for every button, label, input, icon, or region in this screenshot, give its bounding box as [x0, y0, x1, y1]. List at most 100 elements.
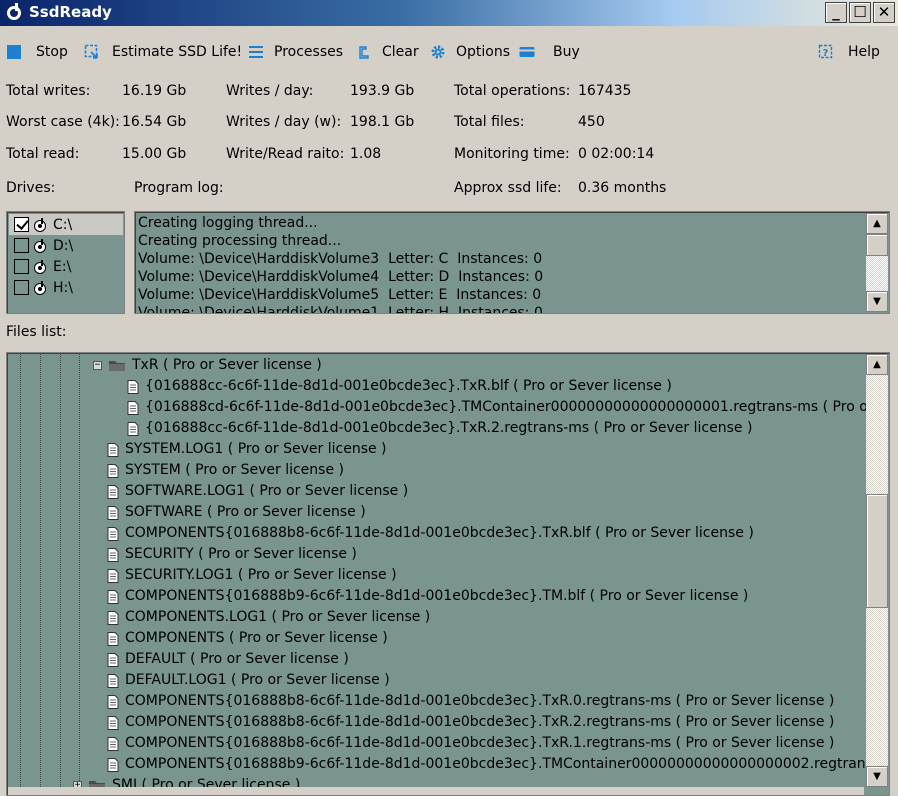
- tree-item-label: COMPONENTS{016888b8-6c6f-11de-8d1d-001e0…: [125, 525, 754, 541]
- estimate-icon: [84, 44, 98, 59]
- stop-label: Stop: [36, 44, 68, 60]
- list-icon: [249, 46, 263, 58]
- file-icon: [107, 568, 119, 583]
- tree-file-row[interactable]: SOFTWARE ( Pro or Sever license ): [107, 502, 366, 523]
- log-line: Creating logging thread...: [138, 215, 318, 231]
- scroll-down-button[interactable]: ▼: [866, 766, 888, 787]
- scroll-up-button[interactable]: ▲: [866, 213, 888, 234]
- tree-file-row[interactable]: {016888cc-6c6f-11de-8d1d-001e0bcde3ec}.T…: [127, 418, 752, 439]
- files-scrollbar[interactable]: ▲ ▼: [866, 354, 888, 787]
- writes-day-label: Writes / day:: [226, 83, 314, 99]
- log-scrollbar[interactable]: ▲ ▼: [866, 213, 888, 312]
- scroll-down-button[interactable]: ▼: [866, 291, 888, 312]
- toolbar: Stop Estimate SSD Life! Processes Clear …: [0, 34, 898, 70]
- file-icon: [127, 421, 139, 436]
- tree-file-row[interactable]: COMPONENTS ( Pro or Sever license ): [107, 628, 388, 649]
- drive-checkbox-c[interactable]: [14, 217, 29, 232]
- stop-icon: [7, 45, 21, 59]
- tree-file-row[interactable]: SYSTEM ( Pro or Sever license ): [107, 460, 344, 481]
- log-line: Creating processing thread...: [138, 233, 342, 249]
- log-line: Volume: \Device\HarddiskVolume5 Letter: …: [138, 287, 542, 303]
- total-writes-label: Total writes:: [6, 83, 91, 99]
- tree-folder-row[interactable]: − TxR ( Pro or Sever license ): [93, 355, 322, 376]
- tree-file-row[interactable]: COMPONENTS{016888b8-6c6f-11de-8d1d-001e0…: [107, 691, 834, 712]
- drive-checkbox-e[interactable]: [14, 259, 29, 274]
- total-read-label: Total read:: [6, 146, 80, 162]
- drive-item-h[interactable]: H:\: [9, 277, 123, 298]
- tree-item-label: SOFTWARE.LOG1 ( Pro or Sever license ): [125, 483, 409, 499]
- files-hscrollbar[interactable]: [8, 787, 864, 795]
- minimize-button[interactable]: _: [825, 2, 847, 23]
- drive-checkbox-h[interactable]: [14, 280, 29, 295]
- file-icon: [107, 694, 119, 709]
- tree-file-row[interactable]: {016888cd-6c6f-11de-8d1d-001e0bcde3ec}.T…: [127, 397, 866, 418]
- buy-label: Buy: [553, 44, 580, 60]
- tree-file-row[interactable]: COMPONENTS{016888b9-6c6f-11de-8d1d-001e0…: [107, 586, 748, 607]
- tree-item-label: COMPONENTS{016888b8-6c6f-11de-8d1d-001e0…: [125, 693, 835, 709]
- total-ops-value: 167435: [578, 83, 632, 99]
- log-line: Volume: \Device\HarddiskVolume1 Letter: …: [138, 305, 543, 313]
- clear-button[interactable]: Clear: [356, 42, 419, 62]
- drive-item-e[interactable]: E:\: [9, 256, 123, 277]
- total-files-label: Total files:: [454, 114, 525, 130]
- drive-item-c[interactable]: C:\: [9, 214, 123, 235]
- buy-button[interactable]: Buy: [519, 42, 580, 62]
- scroll-thumb[interactable]: [866, 234, 888, 256]
- log-lines: Creating logging thread... Creating proc…: [138, 214, 863, 313]
- card-icon: [519, 47, 535, 57]
- worst-case-value: 16.54 Gb: [122, 114, 187, 130]
- tree-file-row[interactable]: {016888cc-6c6f-11de-8d1d-001e0bcde3ec}.T…: [127, 376, 672, 397]
- window-title: SsdReady: [29, 3, 112, 21]
- tree-item-label: COMPONENTS{016888b9-6c6f-11de-8d1d-001e0…: [125, 588, 749, 604]
- tree-file-row[interactable]: SECURITY ( Pro or Sever license ): [107, 544, 357, 565]
- tree-file-row[interactable]: SOFTWARE.LOG1 ( Pro or Sever license ): [107, 481, 408, 502]
- tree-item-label: {016888cd-6c6f-11de-8d1d-001e0bcde3ec}.T…: [145, 399, 866, 415]
- tree-file-row[interactable]: COMPONENTS{016888b8-6c6f-11de-8d1d-001e0…: [107, 733, 834, 754]
- total-writes-value: 16.19 Gb: [122, 83, 187, 99]
- tree-file-row[interactable]: COMPONENTS{016888b9-6c6f-11de-8d1d-001e0…: [107, 754, 866, 775]
- scroll-thumb[interactable]: [866, 494, 888, 608]
- stop-button[interactable]: Stop: [6, 42, 68, 62]
- tree-expander[interactable]: −: [93, 361, 102, 370]
- file-icon: [107, 715, 119, 730]
- file-icon: [107, 526, 119, 541]
- file-icon: [107, 673, 119, 688]
- maximize-button[interactable]: ☐: [849, 2, 871, 23]
- tree-file-row[interactable]: COMPONENTS.LOG1 ( Pro or Sever license ): [107, 607, 430, 628]
- folder-icon: [108, 359, 126, 372]
- estimate-button[interactable]: Estimate SSD Life!: [84, 42, 242, 62]
- file-icon: [107, 505, 119, 520]
- file-icon: [107, 442, 119, 457]
- tree-item-label: COMPONENTS ( Pro or Sever license ): [125, 630, 388, 646]
- tree-item-label: COMPONENTS.LOG1 ( Pro or Sever license ): [125, 609, 431, 625]
- tree-file-row[interactable]: SYSTEM.LOG1 ( Pro or Sever license ): [107, 439, 387, 460]
- file-icon: [107, 463, 119, 478]
- tree-file-row[interactable]: SECURITY.LOG1 ( Pro or Sever license ): [107, 565, 397, 586]
- drive-checkbox-d[interactable]: [14, 238, 29, 253]
- drive-item-d[interactable]: D:\: [9, 235, 123, 256]
- program-log[interactable]: Creating logging thread... Creating proc…: [134, 211, 890, 314]
- files-tree[interactable]: − TxR ( Pro or Sever license ) {016888cc-6…: [6, 352, 890, 796]
- processes-label: Processes: [274, 44, 344, 60]
- tree-file-row[interactable]: DEFAULT ( Pro or Sever license ): [107, 649, 349, 670]
- help-button[interactable]: ? Help: [818, 42, 880, 62]
- gear-icon: [431, 45, 445, 59]
- help-label: Help: [848, 44, 880, 60]
- monitoring-label: Monitoring time:: [454, 146, 570, 162]
- tree-file-row[interactable]: COMPONENTS{016888b8-6c6f-11de-8d1d-001e0…: [107, 712, 834, 733]
- writes-day-w-label: Writes / day (w):: [226, 114, 342, 130]
- writes-day-value: 193.9 Gb: [350, 83, 415, 99]
- file-icon: [107, 610, 119, 625]
- scroll-up-button[interactable]: ▲: [866, 354, 888, 375]
- options-button[interactable]: Options: [430, 42, 510, 62]
- worst-case-label: Worst case (4k):: [6, 114, 120, 130]
- close-button[interactable]: ✕: [873, 2, 895, 23]
- program-log-label: Program log:: [134, 180, 224, 196]
- tree-file-row[interactable]: DEFAULT.LOG1 ( Pro or Sever license ): [107, 670, 390, 691]
- drives-list[interactable]: C:\ D:\ E:\ H:\: [6, 211, 125, 314]
- drive-label-d: D:\: [53, 237, 74, 254]
- tree-item-label: SECURITY ( Pro or Sever license ): [125, 546, 357, 562]
- svg-text:?: ?: [823, 48, 829, 59]
- tree-file-row[interactable]: COMPONENTS{016888b8-6c6f-11de-8d1d-001e0…: [107, 523, 754, 544]
- processes-button[interactable]: Processes: [248, 42, 343, 62]
